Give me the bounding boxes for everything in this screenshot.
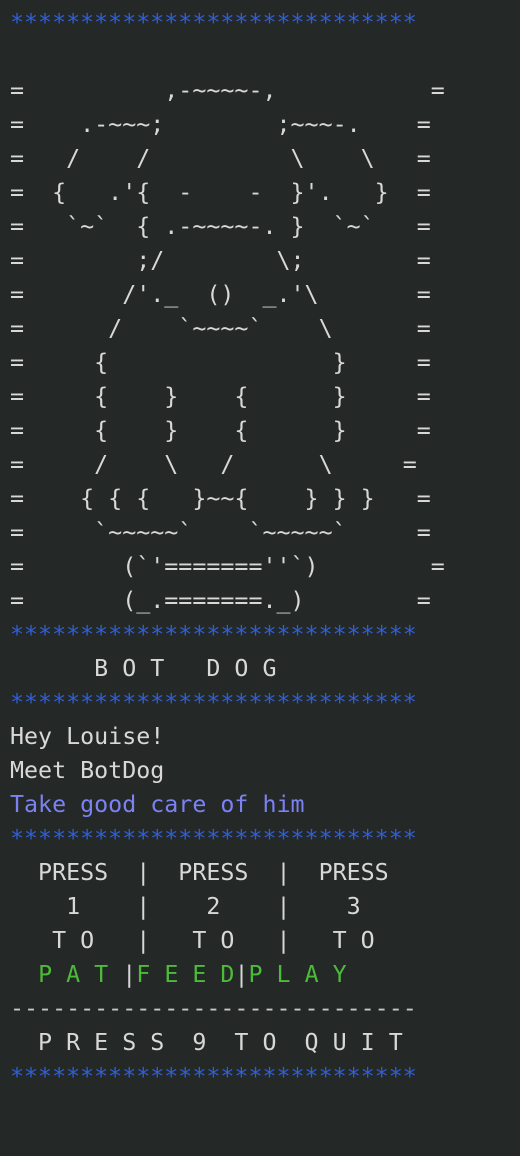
menu-row-to: T O | T O | T O [10,927,375,954]
art-line: = { } = [10,349,431,376]
action-pat[interactable]: P A T [38,961,108,988]
art-line: = / / \ \ = [10,145,431,172]
art-line: = ;/ \; = [10,247,431,274]
menu-separator: | [108,961,137,988]
art-line: = / \ / \ = [10,451,417,478]
star-border: ***************************** [10,825,417,852]
action-feed[interactable]: F E E D [136,961,234,988]
quit-instruction[interactable]: P R E S S 9 T O Q U I T [10,1026,445,1060]
menu-row-keys: 1 | 2 | 3 [10,893,361,920]
art-line: = /'._ () _.'\ = [10,281,431,308]
art-line: = { { { }~~{ } } } = [10,485,431,512]
art-line: = `~` { .-~~~~-. } `~` = [10,213,431,240]
menu-row-actions: P A T |F E E D|P L A Y [10,958,445,992]
dashed-divider: ----------------------------- [10,995,417,1022]
art-line: = .-~~~; ;~~~-. = [10,111,431,138]
art-line: = / `~~~~` \ = [10,315,431,342]
menu-indent [10,961,38,988]
art-line: = (_.=======._) = [10,587,431,614]
action-menu: PRESS | PRESS | PRESS 1 | 2 | 3 T O | T … [10,856,445,992]
art-line: = `~~~~~` `~~~~~` = [10,519,431,546]
star-border: ***************************** [10,621,417,648]
star-border: ***************************** [10,689,417,716]
art-line: = ,-~~~~-, = [10,77,445,104]
art-line: = { .'{ - - }'. } = [10,179,431,206]
terminal-output: ***************************** = ,-~~~~-,… [10,6,445,1094]
greeting-text: Hey Louise! [10,723,165,750]
art-line: = (`'=======''`) = [10,553,445,580]
star-border-bottom: ***************************** [10,1063,417,1090]
art-line: = { } { } = [10,383,431,410]
menu-row-press: PRESS | PRESS | PRESS [10,859,389,886]
care-note: Take good care of him [10,791,305,818]
app-title: B O T D O G [10,655,277,682]
intro-text: Meet BotDog [10,757,165,784]
star-border-top: ***************************** [10,9,417,36]
ascii-dog-art: = ,-~~~~-, = = .-~~~; ;~~~-. = = / / \ \… [10,74,445,618]
menu-separator: | [234,961,249,988]
art-line: = { } { } = [10,417,431,444]
action-play[interactable]: P L A Y [248,961,346,988]
